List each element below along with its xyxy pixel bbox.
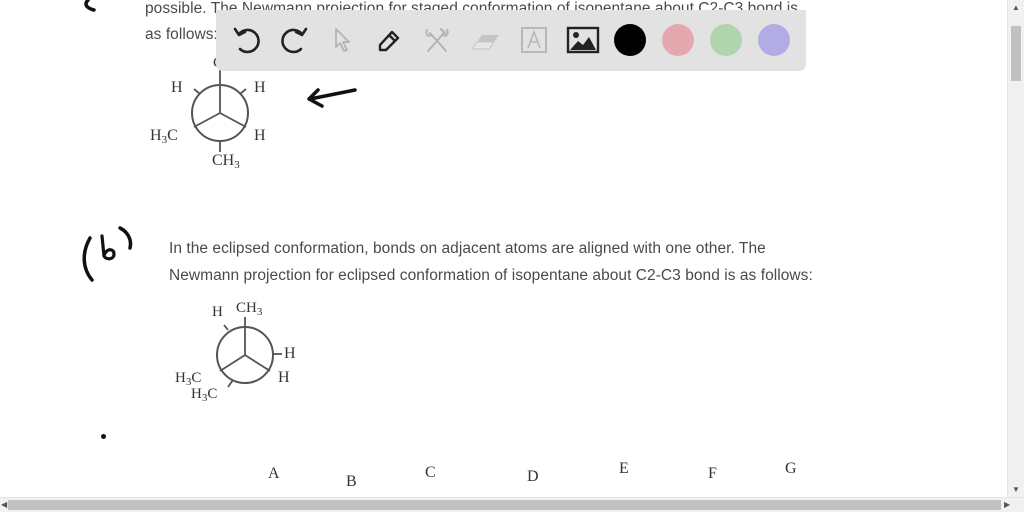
staged-upper-left-label: H	[171, 79, 183, 96]
select-tool-button[interactable]	[324, 22, 360, 58]
cursor-icon	[335, 28, 350, 52]
drawing-toolbar	[216, 10, 806, 71]
option-letter: C	[425, 464, 436, 481]
staged-lower-right-label: H	[254, 127, 266, 144]
staged-lower-left-label: H3C	[150, 127, 178, 146]
image-tool-button[interactable]	[565, 22, 601, 58]
eclipsed-left-lower-label: H3C	[191, 386, 218, 404]
color-swatch-green[interactable]	[710, 24, 742, 56]
scroll-down-icon[interactable]: ▼	[1012, 486, 1020, 494]
whiteboard-canvas[interactable]: possible. The Newmann projection for sta…	[0, 0, 1008, 498]
section-b-line2: Newmann projection for eclipsed conforma…	[169, 267, 813, 284]
vertical-scroll-thumb[interactable]	[1011, 26, 1021, 81]
text-tool-button[interactable]	[516, 22, 552, 58]
crossed-tools-icon	[425, 28, 449, 52]
eclipsed-top-left-label: H	[212, 304, 223, 320]
redo-icon	[281, 27, 308, 54]
option-letter: D	[527, 468, 539, 485]
option-letter: A	[268, 465, 280, 482]
tools-button[interactable]	[419, 22, 455, 58]
eraser-tool-button[interactable]	[467, 22, 503, 58]
scroll-left-icon[interactable]: ◀	[1, 501, 7, 509]
horizontal-scrollbar[interactable]: ◀ ▶	[0, 497, 1024, 512]
color-swatch-black[interactable]	[614, 24, 646, 56]
horizontal-scroll-thumb[interactable]	[8, 500, 1001, 510]
staged-upper-right-label: H	[254, 79, 266, 96]
option-letter: B	[346, 473, 357, 490]
undo-icon	[233, 27, 260, 54]
staged-bottom-label: CH3	[212, 152, 240, 171]
color-swatch-purple[interactable]	[758, 24, 790, 56]
color-swatch-pink[interactable]	[662, 24, 694, 56]
staged-projection-drawing	[191, 64, 249, 152]
vertical-scrollbar[interactable]: ▲ ▼	[1007, 0, 1024, 498]
option-letter: E	[619, 460, 629, 477]
handwritten-label-b	[82, 226, 133, 282]
pen-tool-button[interactable]	[371, 22, 407, 58]
ink-dot	[101, 434, 106, 439]
image-icon	[566, 26, 600, 54]
eclipsed-right-lower-label: H	[278, 369, 290, 386]
pencil-icon	[378, 30, 400, 52]
eclipsed-top-label: CH3	[236, 300, 263, 318]
handwritten-mark-a	[84, 0, 96, 12]
section-a-line2: as follows:	[145, 26, 218, 43]
redo-button[interactable]	[276, 22, 312, 58]
handwritten-arrow-icon	[307, 88, 357, 108]
option-letter: G	[785, 460, 797, 477]
eraser-icon	[471, 35, 499, 50]
undo-button[interactable]	[229, 22, 265, 58]
option-letter: F	[708, 465, 717, 482]
text-box-icon	[521, 27, 547, 53]
scroll-up-icon[interactable]: ▲	[1012, 4, 1020, 12]
section-b-line1: In the eclipsed conformation, bonds on a…	[169, 240, 766, 257]
eclipsed-right-upper-label: H	[284, 345, 296, 362]
scroll-right-icon[interactable]: ▶	[1004, 501, 1010, 509]
